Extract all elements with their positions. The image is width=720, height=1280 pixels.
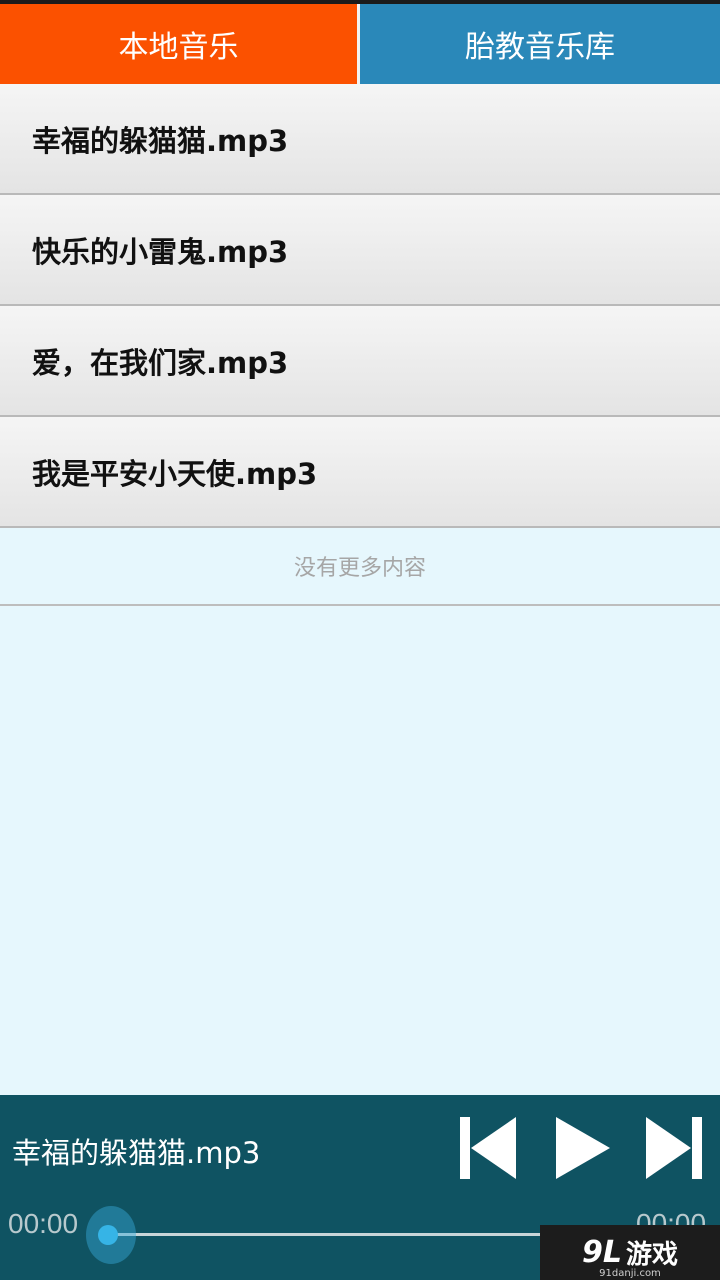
progress-knob[interactable] <box>98 1225 118 1245</box>
no-more-content-label: 没有更多内容 <box>0 528 720 606</box>
song-item[interactable]: 快乐的小雷鬼.mp3 <box>0 195 720 306</box>
tab-bar: 本地音乐 胎教音乐库 <box>0 4 720 84</box>
skip-next-icon[interactable] <box>646 1117 702 1179</box>
watermark-logo-mark: 9L <box>581 1235 622 1270</box>
song-list: 幸福的躲猫猫.mp3 快乐的小雷鬼.mp3 爱，在我们家.mp3 我是平安小天使… <box>0 84 720 606</box>
play-icon[interactable] <box>556 1117 610 1179</box>
tab-local-music[interactable]: 本地音乐 <box>0 4 357 84</box>
now-playing-title: 幸福的躲猫猫.mp3 <box>12 1136 261 1170</box>
song-item[interactable]: 幸福的躲猫猫.mp3 <box>0 84 720 195</box>
watermark-logo: 9L 游戏 91danji.com <box>540 1225 720 1280</box>
watermark-text: 游戏 <box>625 1240 678 1270</box>
watermark-url: 91danji.com <box>599 1268 661 1279</box>
tab-prenatal-music-library[interactable]: 胎教音乐库 <box>360 4 720 84</box>
current-time: 00:00 <box>8 1208 79 1239</box>
song-item[interactable]: 我是平安小天使.mp3 <box>0 417 720 528</box>
skip-previous-icon[interactable] <box>460 1117 516 1179</box>
song-item[interactable]: 爱，在我们家.mp3 <box>0 306 720 417</box>
